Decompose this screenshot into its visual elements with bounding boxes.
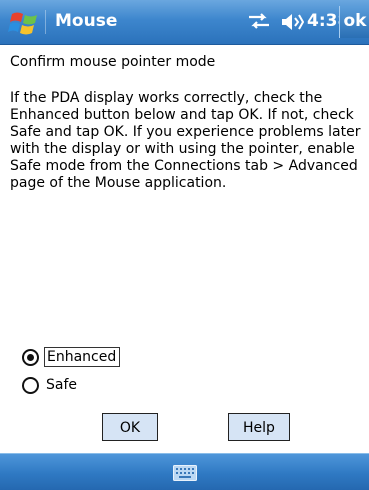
dialog-message: If the PDA display works correctly, chec… <box>10 90 361 191</box>
keyboard-icon[interactable] <box>173 465 197 481</box>
connectivity-arrows-icon[interactable] <box>246 11 272 31</box>
title-separator <box>45 10 46 34</box>
speaker-icon[interactable] <box>280 12 304 32</box>
ok-close-button[interactable]: ok <box>339 6 369 38</box>
dialog-heading: Confirm mouse pointer mode <box>10 54 216 70</box>
radio-enhanced-label[interactable]: Enhanced <box>44 347 121 367</box>
ok-button[interactable]: OK <box>102 413 158 441</box>
app-title: Mouse <box>55 11 118 31</box>
radio-selected-indicator[interactable] <box>22 348 39 366</box>
dialog-content: Confirm mouse pointer mode If the PDA di… <box>10 53 362 192</box>
radio-unselected-indicator[interactable] <box>22 376 39 394</box>
title-bar: Mouse 4:38 ok <box>0 0 369 45</box>
menu-bar <box>0 453 369 490</box>
windows-flag-icon[interactable] <box>8 8 42 38</box>
radio-enhanced[interactable]: Enhanced <box>22 347 121 367</box>
radio-safe[interactable]: Safe <box>22 375 79 395</box>
help-button[interactable]: Help <box>228 413 290 441</box>
radio-safe-label[interactable]: Safe <box>44 376 79 394</box>
